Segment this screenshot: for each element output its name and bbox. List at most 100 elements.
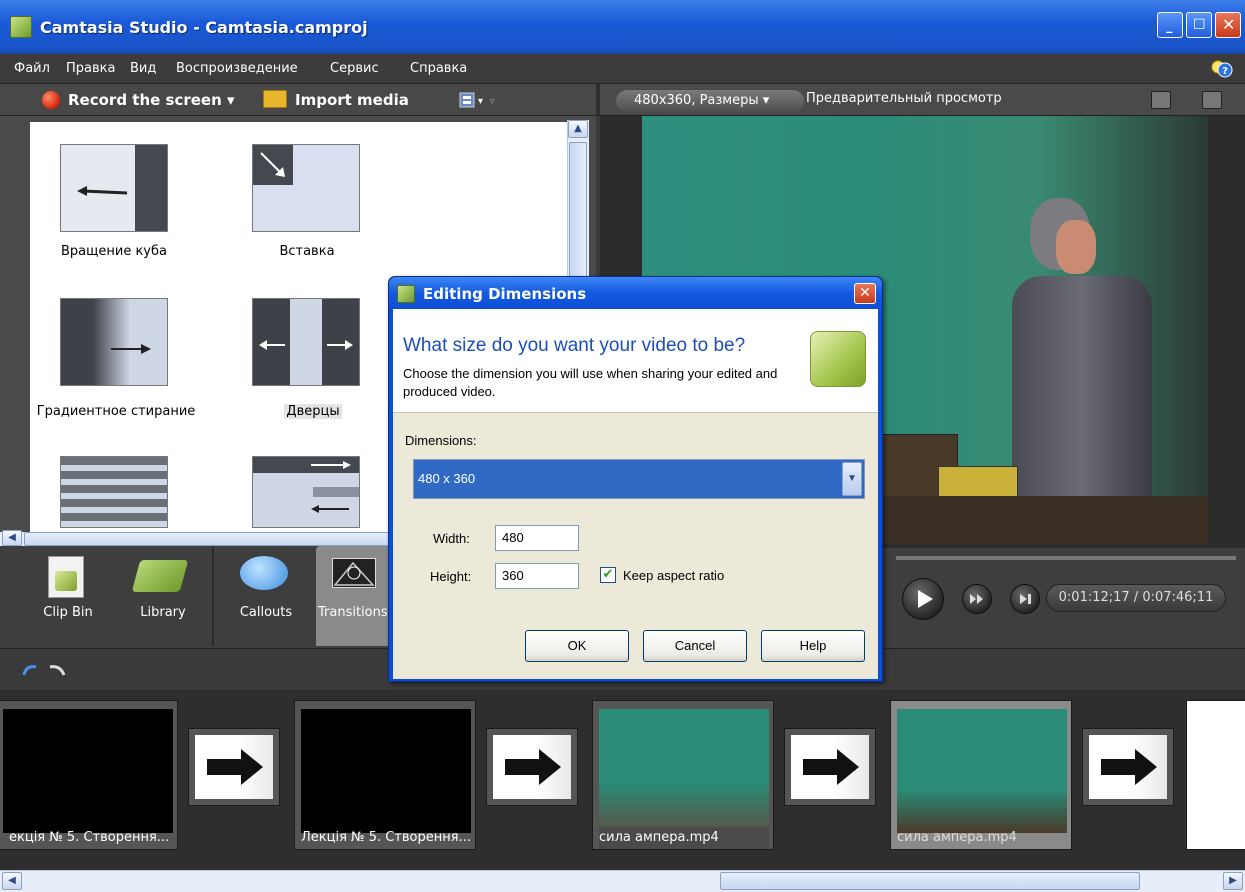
import-folder-icon: [263, 90, 287, 108]
push-arrows-icon: [253, 457, 359, 513]
preview-title: Предварительный просмотр: [806, 91, 1002, 106]
storyboard-transition[interactable]: [1082, 728, 1174, 806]
tab-label: Transitions: [318, 605, 388, 620]
ok-button[interactable]: OK: [525, 630, 629, 662]
size-dropdown[interactable]: 480x360, Размеры ▾: [616, 90, 804, 112]
storyboard-clip-selected[interactable]: сила ампера.mp4: [890, 700, 1072, 850]
tab-callouts[interactable]: Callouts: [218, 546, 314, 646]
storyboard-clip[interactable]: Лекція № 5. Створення...: [294, 700, 476, 850]
preview-toolbar: 480x360, Размеры ▾ Предварительный просм…: [596, 84, 1245, 116]
undock-icon[interactable]: [1202, 91, 1222, 109]
right-arrow-icon: [1101, 749, 1157, 785]
chevron-down-icon[interactable]: ▼: [842, 462, 862, 496]
menu-playback[interactable]: Воспроизведение: [176, 61, 298, 76]
menu-help[interactable]: Справка: [410, 61, 467, 76]
scroll-up-button[interactable]: ▲: [568, 120, 588, 138]
scroll-right-button[interactable]: ▶: [1223, 872, 1243, 890]
library-folder-icon: [131, 560, 189, 592]
transition-label-selected: Дверцы: [284, 404, 342, 419]
fast-forward-button[interactable]: [962, 584, 992, 614]
dialog-title-bar: Editing Dimensions ✕: [389, 277, 882, 309]
scroll-left-button[interactable]: ◀: [2, 872, 22, 890]
keep-aspect-checkbox[interactable]: ✔: [600, 567, 616, 583]
clip-caption: екція № 5. Створення...: [9, 830, 170, 845]
transitions-icon: [332, 558, 376, 588]
menu-tools[interactable]: Сервис: [330, 61, 379, 76]
help-icon[interactable]: ?: [1211, 59, 1233, 79]
clip-toolbar: Record the screen ▾ Import media ▾ ▿: [0, 84, 596, 116]
camtasia-app-icon: [10, 16, 32, 38]
transition-label: Вставка: [279, 244, 335, 259]
clip-thumbnail: [3, 709, 173, 833]
play-button[interactable]: [902, 578, 944, 620]
doors-arrows-icon: [259, 340, 353, 350]
diagonal-arrow-icon: [260, 152, 285, 177]
import-media-button[interactable]: Import media: [295, 91, 409, 109]
window-title: Camtasia Studio - Camtasia.camproj: [40, 18, 368, 37]
fullscreen-icon[interactable]: [1151, 91, 1171, 109]
record-screen-label: Record the screen: [68, 91, 222, 109]
record-screen-button[interactable]: Record the screen ▾: [68, 91, 235, 109]
svg-text:▾: ▾: [478, 96, 483, 107]
scroll-thumb[interactable]: [720, 872, 1140, 890]
storyboard-transition[interactable]: [486, 728, 578, 806]
tab-label: Callouts: [239, 605, 293, 620]
cancel-button[interactable]: Cancel: [643, 630, 747, 662]
menu-edit[interactable]: Правка: [66, 61, 115, 76]
tab-transitions[interactable]: Transitions: [316, 546, 390, 646]
speech-bubble-icon: [240, 556, 288, 590]
maximize-button[interactable]: ☐: [1186, 12, 1212, 38]
menu-bar: Файл Правка Вид Воспроизведение Сервис С…: [0, 54, 1245, 84]
scroll-thumb[interactable]: [24, 532, 396, 546]
next-clip-button[interactable]: [1010, 584, 1040, 614]
help-button[interactable]: Help: [761, 630, 865, 662]
transition-insert[interactable]: [252, 144, 360, 232]
right-arrow-icon: [505, 749, 561, 785]
dialog-description: Choose the dimension you will use when s…: [403, 366, 778, 399]
transition-gradient-wipe[interactable]: [60, 298, 168, 386]
left-arrow-icon: [77, 186, 128, 196]
tab-label: Clip Bin: [43, 605, 93, 620]
scroll-left-button[interactable]: ◀: [2, 530, 22, 546]
height-input[interactable]: 360: [495, 563, 579, 589]
progress-bar[interactable]: [896, 556, 1236, 560]
storyboard-scrollbar[interactable]: ◀ ▶: [0, 870, 1245, 892]
camtasia-app-icon: [397, 285, 415, 303]
dimensions-label: Dimensions:: [405, 433, 477, 448]
transition-doors[interactable]: [252, 298, 360, 386]
dialog-body: What size do you want your video to be? …: [393, 309, 878, 679]
minimize-button[interactable]: _: [1157, 12, 1183, 38]
storyboard-clip[interactable]: екція № 5. Створення...: [0, 700, 178, 850]
undo-redo-icons[interactable]: [20, 661, 70, 679]
dialog-close-button[interactable]: ✕: [854, 283, 876, 304]
svg-text:?: ?: [1222, 66, 1228, 77]
lecturer-face: [1056, 220, 1096, 274]
menu-file[interactable]: Файл: [14, 61, 50, 76]
camtasia-logo-icon: [810, 331, 866, 387]
dimensions-select[interactable]: 480 x 360 ▼: [413, 459, 865, 499]
storyboard-transition[interactable]: [188, 728, 280, 806]
transition-blinds[interactable]: [60, 456, 168, 528]
width-input[interactable]: 480: [495, 525, 579, 551]
storyboard-clip[interactable]: сила ампера.mp4: [592, 700, 774, 850]
transition-cube-rotate[interactable]: [60, 144, 168, 232]
size-label: 480x360, Размеры: [634, 93, 759, 108]
close-button[interactable]: ✕: [1215, 12, 1241, 38]
right-arrow-icon: [803, 749, 859, 785]
clip-caption: Лекція № 5. Створення...: [301, 830, 471, 845]
storyboard-clip-empty[interactable]: [1186, 700, 1245, 850]
right-arrow-icon: [111, 344, 151, 354]
view-options-icon[interactable]: ▾ ▿: [458, 91, 498, 109]
tab-label: Library: [140, 605, 186, 620]
transition-push[interactable]: [252, 456, 360, 528]
svg-text:▿: ▿: [490, 97, 495, 107]
document-icon: [48, 556, 84, 598]
tab-divider: [212, 546, 214, 646]
tab-library[interactable]: Library: [118, 546, 208, 646]
storyboard-transition[interactable]: [784, 728, 876, 806]
menu-view[interactable]: Вид: [130, 61, 156, 76]
tab-clip-bin[interactable]: Clip Bin: [18, 546, 118, 646]
dialog-title: Editing Dimensions: [423, 285, 587, 303]
storyboard: екція № 5. Створення... Лекція № 5. Ство…: [0, 690, 1245, 870]
transition-label: Градиентное стирание: [36, 404, 196, 419]
